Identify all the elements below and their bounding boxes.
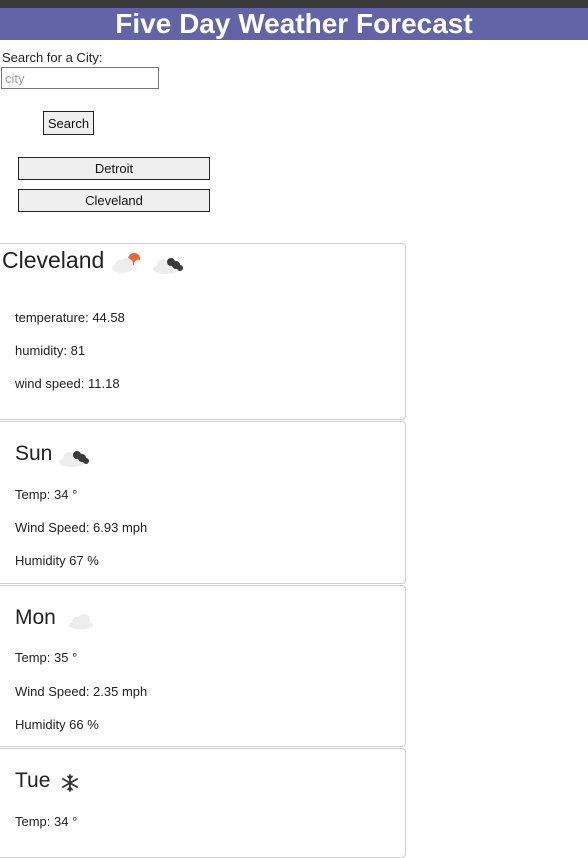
search-button[interactable]: Search [43,111,94,135]
cloudy-rain-icon [59,451,89,467]
forecast-wind-speed: Wind Speed: 2.35 mph [15,684,148,699]
current-humidity: humidity: 81 [15,343,86,358]
forecast-card-tue: Tue Temp: 34 ° [0,748,406,858]
forecast-day: Mon [15,606,56,629]
cloudy-rain-icon [153,258,183,274]
forecast-day: Sun [15,442,53,465]
forecast-day: Tue [15,769,51,792]
forecast-card-mon: Mon Temp: 35 ° Wind Speed: 2.35 mph Humi… [0,585,406,747]
forecast-card-sun: Sun Temp: 34 ° Wind Speed: 6.93 mph Humi… [0,421,406,584]
current-city-name: Cleveland [2,247,105,273]
forecast-temp: Temp: 34 ° [15,814,78,829]
browser-top-bar [0,0,588,8]
cloud-icon [69,614,93,630]
current-weather-card: Cleveland temperature: 44.58 humidity: 8… [0,243,406,420]
current-wind-speed: wind speed: 11.18 [15,376,120,391]
forecast-temp: Temp: 35 ° [15,650,78,665]
search-label: Search for a City: [2,50,103,65]
forecast-humidity: Humidity 67 % [15,553,99,568]
partly-cloudy-night-icon [112,253,141,273]
forecast-humidity: Humidity 66 % [15,717,99,732]
page-title: Five Day Weather Forecast [0,8,588,40]
snowflake-icon [62,774,78,792]
forecast-wind-speed: Wind Speed: 6.93 mph [15,520,148,535]
history-button-cleveland[interactable]: Cleveland [18,189,210,212]
current-temperature: temperature: 44.58 [15,310,125,325]
forecast-temp: Temp: 34 ° [15,487,78,502]
history-button-detroit[interactable]: Detroit [18,157,210,180]
city-search-input[interactable] [1,67,159,89]
